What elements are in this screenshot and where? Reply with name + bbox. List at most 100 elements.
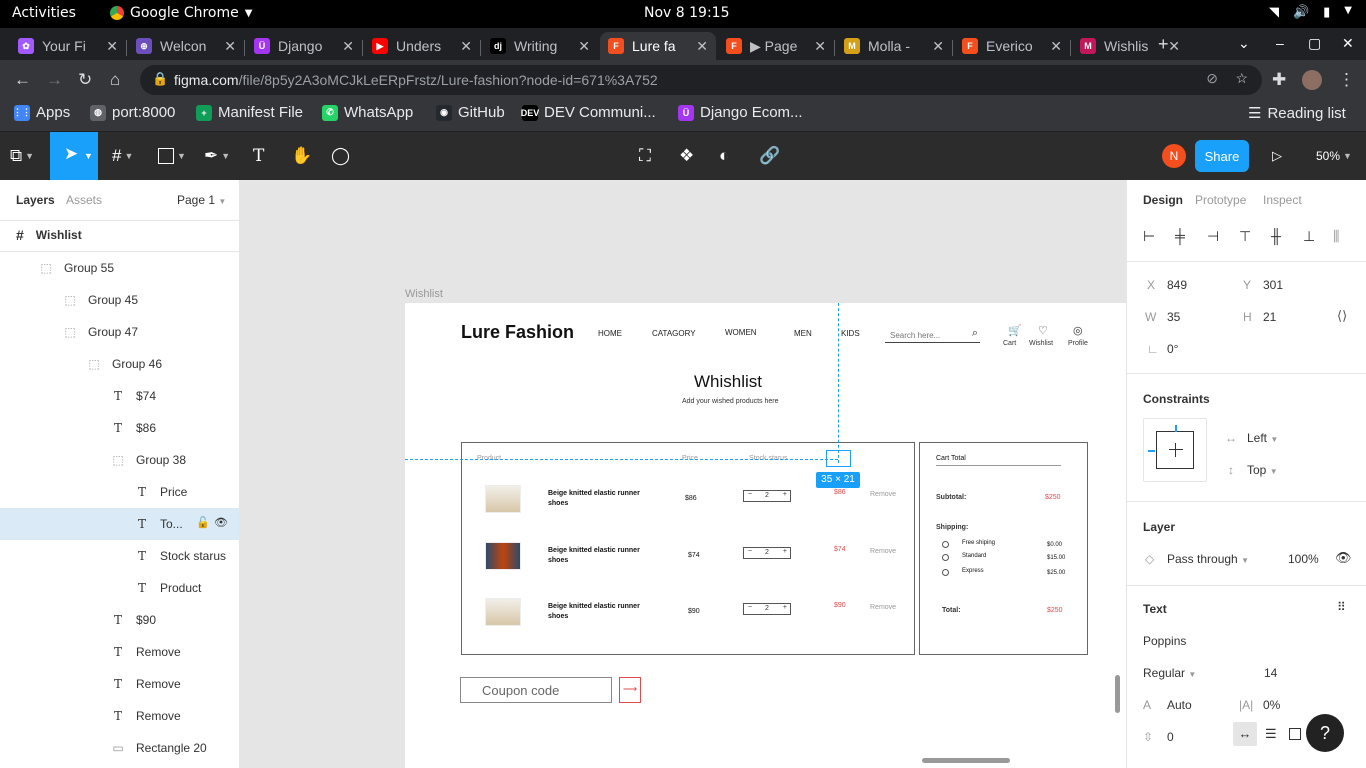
layer-item[interactable]: T Product — [0, 572, 239, 604]
bookmark-star-icon[interactable]: ☆ — [1235, 70, 1248, 87]
user-avatar[interactable]: N — [1162, 144, 1186, 168]
layer-item[interactable]: ⬚ Group 47 — [0, 316, 239, 348]
vertical-constraint[interactable]: Top ▼ — [1247, 463, 1278, 477]
layer-item[interactable]: T $86 — [0, 412, 239, 444]
auto-width-icon[interactable]: ↔ — [1233, 722, 1257, 746]
browser-tab[interactable]: F ▶ Page ✕ — [718, 32, 834, 60]
auto-height-icon[interactable]: ☰ — [1265, 726, 1277, 742]
opacity-value[interactable]: 100% — [1288, 552, 1319, 566]
close-tab-icon[interactable]: ✕ — [224, 38, 236, 55]
extensions-icon[interactable]: ✚ — [1272, 70, 1286, 90]
mask-button[interactable]: ◐ — [719, 144, 729, 168]
close-tab-icon[interactable]: ✕ — [106, 38, 118, 55]
present-button[interactable]: ▷ — [1272, 144, 1282, 168]
close-tab-icon[interactable]: ✕ — [696, 38, 708, 55]
align-center-v-icon[interactable]: ╫ — [1271, 228, 1281, 244]
back-icon[interactable]: ← — [14, 70, 31, 90]
bookmark-item[interactable]: ◍ port:8000 — [90, 104, 175, 121]
close-tab-icon[interactable]: ✕ — [342, 38, 354, 55]
close-window-icon[interactable]: ✕ — [1342, 35, 1354, 52]
close-tab-icon[interactable]: ✕ — [1168, 38, 1180, 55]
wishlist-frame[interactable]: Lure Fashion HOME CATAGORY WOMEN MEN KID… — [405, 303, 1126, 768]
unlock-icon[interactable]: 🔓 — [196, 516, 210, 529]
pen-tool-button[interactable]: ✒ ▼ — [204, 144, 230, 168]
layer-item[interactable]: T Remove — [0, 636, 239, 668]
layer-item[interactable]: ⬚ Group 55 — [0, 252, 239, 284]
tab-layers[interactable]: Layers — [16, 193, 55, 207]
activities-button[interactable]: Activities — [12, 5, 76, 21]
new-tab-icon[interactable]: + — [1158, 34, 1169, 55]
bookmark-item[interactable]: ⋮⋮ Apps — [13, 104, 70, 121]
browser-tab[interactable]: dj Writing ✕ — [482, 32, 598, 60]
selection-box[interactable] — [826, 450, 851, 467]
align-top-icon[interactable]: ⊤ — [1239, 228, 1251, 245]
bookmark-item[interactable]: + Manifest File — [196, 104, 303, 121]
app-menu[interactable]: Google Chrome ▼ — [110, 5, 252, 21]
constrain-proportions-icon[interactable]: ⟨⟩ — [1337, 308, 1347, 324]
blend-mode-select[interactable]: Pass through ▼ — [1167, 552, 1249, 566]
help-button[interactable]: ? — [1306, 714, 1344, 752]
tab-search-icon[interactable]: ⌄ — [1238, 35, 1250, 52]
bookmark-item[interactable]: ✆ WhatsApp — [322, 104, 413, 121]
close-tab-icon[interactable]: ✕ — [932, 38, 944, 55]
system-tray[interactable]: ◥ 🔊 ▮ ▼ — [1269, 5, 1352, 20]
letter-spacing-value[interactable]: 0% — [1263, 698, 1280, 712]
h-value[interactable]: 21 — [1263, 310, 1276, 324]
browser-tab[interactable]: M Wishlis ✕ — [1072, 32, 1188, 60]
fixed-size-icon[interactable] — [1289, 728, 1301, 740]
font-weight-select[interactable]: Regular ▼ — [1143, 666, 1196, 680]
constraint-widget[interactable] — [1143, 418, 1207, 482]
frame-label[interactable]: Wishlist — [405, 288, 443, 300]
browser-tab[interactable]: F Lure fa ✕ — [600, 32, 716, 60]
visibility-eye-icon[interactable]: 👁 — [1335, 550, 1352, 566]
layer-item[interactable]: T Remove — [0, 668, 239, 700]
browser-tab[interactable]: ▶ Unders ✕ — [364, 32, 480, 60]
close-tab-icon[interactable]: ✕ — [1050, 38, 1062, 55]
layer-item[interactable]: T Stock starus — [0, 540, 239, 572]
w-value[interactable]: 35 — [1167, 310, 1180, 324]
layer-item[interactable]: ▭ Rectangle 20 — [0, 732, 239, 764]
visibility-eye-icon[interactable]: 👁 — [214, 516, 228, 529]
text-styles-icon[interactable]: ⠿ — [1337, 600, 1346, 614]
bookmark-item[interactable]: Ü Django Ecom... — [678, 104, 803, 121]
y-value[interactable]: 301 — [1263, 278, 1283, 292]
font-size-value[interactable]: 14 — [1264, 666, 1277, 680]
tab-prototype[interactable]: Prototype — [1195, 193, 1246, 207]
hand-tool-button[interactable]: ✋ — [291, 144, 312, 168]
layer-item[interactable]: ⬚ Group 38 — [0, 444, 239, 476]
component-button[interactable]: ❖ — [679, 144, 694, 168]
browser-tab[interactable]: ✿ Your Fi ✕ — [10, 32, 126, 60]
forward-icon[interactable]: → — [46, 70, 63, 90]
x-value[interactable]: 849 — [1167, 278, 1187, 292]
vertical-scrollbar[interactable] — [1115, 675, 1120, 713]
browser-tab[interactable]: Ü Django ✕ — [246, 32, 362, 60]
menu-icon[interactable]: ⋮ — [1338, 70, 1355, 90]
browser-tab[interactable]: F Everico ✕ — [954, 32, 1070, 60]
layer-item[interactable]: ⬚ Group 46 — [0, 348, 239, 380]
shape-tool-button[interactable]: ▼ — [158, 144, 186, 168]
home-icon[interactable]: ⌂ — [110, 70, 120, 90]
browser-tab[interactable]: ⊕ Welcon ✕ — [128, 32, 244, 60]
minimize-icon[interactable]: – — [1276, 35, 1284, 51]
paragraph-spacing-value[interactable]: 0 — [1167, 730, 1174, 744]
align-bottom-icon[interactable]: ⊥ — [1303, 228, 1315, 245]
close-tab-icon[interactable]: ✕ — [460, 38, 472, 55]
layer-item[interactable]: T Price — [0, 476, 239, 508]
align-right-icon[interactable]: ⊣ — [1207, 228, 1219, 245]
zoom-menu[interactable]: 50% ▼ — [1316, 144, 1352, 168]
clock[interactable]: Nov 8 19:15 — [644, 5, 729, 21]
layer-frame[interactable]: # Wishlist — [0, 219, 239, 251]
bookmark-item[interactable]: ◉ GitHub — [436, 104, 505, 121]
move-tool-button[interactable]: ➤ ▼ — [50, 132, 98, 180]
close-tab-icon[interactable]: ✕ — [578, 38, 590, 55]
line-height-value[interactable]: Auto — [1167, 698, 1192, 712]
link-button[interactable]: 🔗 — [759, 144, 780, 168]
layer-item[interactable]: T $90 — [0, 604, 239, 636]
layer-item[interactable]: T To... 🔓 👁 — [0, 508, 239, 540]
layer-item[interactable]: T $74 — [0, 380, 239, 412]
maximize-icon[interactable]: ▢ — [1308, 35, 1321, 52]
tab-design[interactable]: Design — [1143, 193, 1183, 207]
layer-item[interactable]: ⬚ Group 45 — [0, 284, 239, 316]
distribute-icon[interactable]: ⫼ — [1333, 228, 1339, 245]
page-selector[interactable]: Page 1 ▼ — [177, 193, 226, 207]
